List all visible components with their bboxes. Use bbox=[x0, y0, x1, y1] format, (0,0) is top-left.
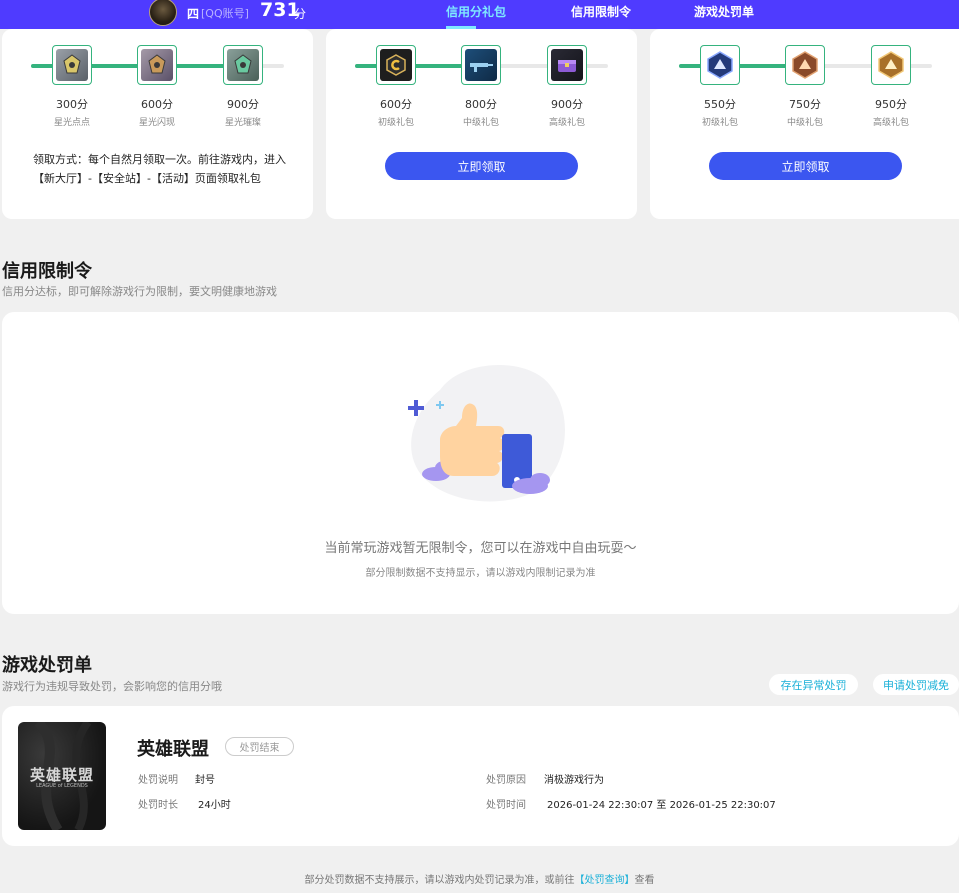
reward-name: 中级礼包 bbox=[462, 118, 499, 128]
penalty-time-label: 处罚时间 bbox=[486, 800, 526, 811]
tab-credit-gifts[interactable]: 信用分礼包 bbox=[446, 3, 506, 20]
score-unit: 分 bbox=[294, 7, 307, 21]
bronze-emblem-icon bbox=[789, 49, 821, 81]
penalty-record-card: 英雄联盟 LEAGUE of LEGENDS 英雄联盟 处罚结束 处罚说明 封号… bbox=[2, 706, 959, 846]
game-logo-text: 英雄联盟 bbox=[29, 766, 94, 784]
star-mech-icon bbox=[141, 49, 173, 81]
reward-points: 950分 bbox=[875, 98, 907, 111]
reward-points: 600分 bbox=[141, 98, 173, 111]
penalty-duration-label: 处罚时长 bbox=[138, 800, 178, 811]
reward-item[interactable] bbox=[461, 45, 501, 85]
reward-item[interactable] bbox=[137, 45, 177, 85]
game-logo-subtitle: LEAGUE of LEGENDS bbox=[36, 783, 88, 789]
reward-name: 高级礼包 bbox=[548, 118, 585, 128]
reward-card-tier-3: 550分 750分 950分 初级礼包 中级礼包 高级礼包 立即领取 bbox=[650, 29, 959, 219]
user-name: 四 bbox=[187, 7, 200, 21]
reward-name: 星光闪现 bbox=[138, 118, 175, 128]
star-mech-icon bbox=[56, 49, 88, 81]
reward-name: 初级礼包 bbox=[377, 118, 414, 128]
penalty-reason-value: 消极游戏行为 bbox=[544, 775, 604, 786]
reward-card-tier-2: 600分 800分 900分 初级礼包 中级礼包 高级礼包 立即领取 bbox=[326, 29, 637, 219]
status-badge: 处罚结束 bbox=[225, 737, 294, 756]
reward-name: 高级礼包 bbox=[872, 118, 909, 128]
tab-penalties[interactable]: 游戏处罚单 bbox=[694, 3, 754, 20]
account-type: [QQ账号] bbox=[201, 7, 249, 20]
reward-points: 750分 bbox=[789, 98, 821, 111]
top-bar: 四 [QQ账号] 731 分 信用分礼包 信用限制令 游戏处罚单 bbox=[0, 0, 959, 29]
footer-text: 部分处罚数据不支持展示，请以游戏内处罚记录为准，或前往 bbox=[304, 875, 575, 886]
penalty-desc-value: 封号 bbox=[195, 775, 215, 786]
thumbs-up-icon bbox=[408, 364, 565, 502]
game-cover-image: 英雄联盟 LEAGUE of LEGENDS bbox=[18, 722, 106, 830]
reward-item[interactable] bbox=[547, 45, 587, 85]
reward-name: 星光点点 bbox=[53, 118, 90, 128]
penalty-time-value: 2026-01-24 22:30:07 至 2026-01-25 22:30:0… bbox=[547, 800, 776, 811]
reward-name: 星光璀璨 bbox=[224, 118, 261, 128]
footer-note: 部分处罚数据不支持展示，请以游戏内处罚记录为准，或前往【处罚查询】查看 bbox=[0, 871, 959, 886]
tab-credit-limits[interactable]: 信用限制令 bbox=[571, 3, 631, 20]
reward-points: 900分 bbox=[227, 98, 259, 111]
penalty-duration-value: 24小时 bbox=[198, 800, 231, 811]
reward-points: 300分 bbox=[56, 98, 88, 111]
limit-section-title: 信用限制令 bbox=[2, 261, 92, 282]
reward-points: 600分 bbox=[380, 98, 412, 111]
limit-section-subtitle: 信用分达标，即可解除游戏行为限制，要文明健康地游戏 bbox=[2, 285, 277, 298]
gold-emblem-icon bbox=[875, 49, 907, 81]
reward-points: 900分 bbox=[551, 98, 583, 111]
game-title: 英雄联盟 bbox=[137, 739, 209, 760]
blue-emblem-icon bbox=[704, 49, 736, 81]
reward-points: 550分 bbox=[704, 98, 736, 111]
reward-item[interactable] bbox=[376, 45, 416, 85]
reward-item[interactable] bbox=[223, 45, 263, 85]
reward-card-starlight: 300分 600分 900分 星光点点 星光闪现 星光璀璨 领取方式：每个自然月… bbox=[2, 29, 313, 219]
empty-limit-message: 当前常玩游戏暂无限制令，您可以在游戏中自由玩耍～ bbox=[324, 541, 637, 556]
reward-item[interactable] bbox=[785, 45, 825, 85]
reward-item[interactable] bbox=[700, 45, 740, 85]
penalty-reason-label: 处罚原因 bbox=[486, 775, 526, 786]
penalty-query-link[interactable]: 【处罚查询】 bbox=[575, 875, 635, 886]
c-badge-icon bbox=[380, 49, 412, 81]
claim-button[interactable]: 立即领取 bbox=[709, 152, 902, 180]
claim-instructions: 领取方式：每个自然月领取一次。前往游戏内，进入【新大厅】-【安全站】-【活动】页… bbox=[33, 153, 286, 185]
abnormal-penalty-button[interactable]: 存在异常处罚 bbox=[769, 674, 858, 695]
star-mech-icon bbox=[227, 49, 259, 81]
claim-button[interactable]: 立即领取 bbox=[385, 152, 578, 180]
penalty-section-title: 游戏处罚单 bbox=[2, 655, 92, 676]
empty-limit-note: 部分限制数据不支持显示，请以游戏内限制记录为准 bbox=[365, 568, 596, 579]
reward-name: 中级礼包 bbox=[786, 118, 823, 128]
penalty-section-subtitle: 游戏行为违规导致处罚，会影响您的信用分哦 bbox=[2, 680, 222, 693]
crate-icon bbox=[551, 49, 583, 81]
avatar[interactable] bbox=[149, 0, 177, 26]
reward-points: 800分 bbox=[465, 98, 497, 111]
reward-item[interactable] bbox=[871, 45, 911, 85]
appeal-reduction-button[interactable]: 申请处罚减免 bbox=[873, 674, 959, 695]
rifle-icon bbox=[465, 49, 497, 81]
footer-text-end: 查看 bbox=[634, 875, 655, 886]
limit-empty-card: 当前常玩游戏暂无限制令，您可以在游戏中自由玩耍～ 部分限制数据不支持显示，请以游… bbox=[2, 312, 959, 614]
reward-item[interactable] bbox=[52, 45, 92, 85]
reward-name: 初级礼包 bbox=[701, 118, 738, 128]
penalty-desc-label: 处罚说明 bbox=[138, 775, 178, 786]
